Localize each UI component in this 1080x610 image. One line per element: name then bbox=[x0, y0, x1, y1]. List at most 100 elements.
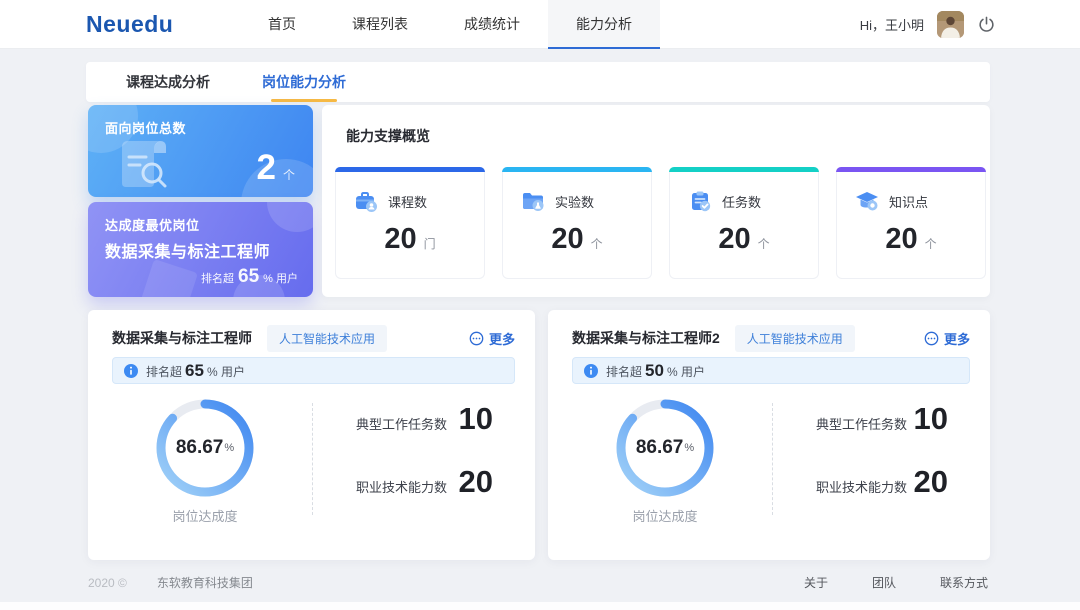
stat-value: 20 bbox=[914, 466, 948, 497]
rank-banner: 排名超 65 % 用户 bbox=[112, 357, 515, 384]
top-header: Neuedu 首页 课程列表 成绩统计 能力分析 Hi，王小明 bbox=[0, 0, 1080, 49]
user-avatar[interactable] bbox=[937, 11, 964, 38]
more-label: 更多 bbox=[489, 329, 515, 348]
nav-item-label: 成绩统计 bbox=[464, 16, 520, 32]
rank-suffix: % 用户 bbox=[263, 270, 298, 286]
circle-ellipsis-icon bbox=[469, 331, 484, 346]
job-panel-1: 数据采集与标注工程师 人工智能技术应用 更多 排名超 65 % 用户 bbox=[88, 310, 535, 560]
stat-label: 典型工作任务数 bbox=[816, 414, 907, 433]
rank-banner: 排名超 50 % 用户 bbox=[572, 357, 970, 384]
overview-card-label: 课程数 bbox=[388, 192, 427, 211]
overview-title: 能力支撑概览 bbox=[346, 126, 430, 146]
course-briefcase-icon bbox=[353, 188, 379, 214]
user-area: Hi，王小明 bbox=[860, 0, 996, 49]
overview-card-courses: 课程数 20 门 bbox=[335, 167, 485, 279]
overview-card-label: 知识点 bbox=[889, 192, 928, 211]
rank-value: 65 bbox=[185, 361, 204, 381]
nav-item-grade-stats[interactable]: 成绩统计 bbox=[436, 0, 548, 49]
overview-card-value: 20 bbox=[551, 225, 583, 254]
donut-caption: 岗位达成度 bbox=[599, 506, 731, 525]
nav-item-ability-analysis[interactable]: 能力分析 bbox=[548, 0, 660, 49]
card-decoration bbox=[267, 202, 313, 232]
page-footer: 2020 © 东软教育科技集团 关于 团队 联系方式 bbox=[0, 562, 1080, 602]
stat-row-tech-abilities: 职业技术能力数 20 bbox=[356, 466, 493, 506]
info-icon bbox=[584, 364, 598, 378]
card-decoration bbox=[140, 259, 198, 297]
overview-card-knowledge: 知识点 20 个 bbox=[836, 167, 986, 279]
footer-link-team[interactable]: 团队 bbox=[872, 574, 896, 591]
rank-suffix: % 用户 bbox=[667, 363, 705, 380]
panel-stats: 典型工作任务数 10 职业技术能力数 20 bbox=[816, 403, 948, 529]
donut-value: 86.67 bbox=[636, 437, 684, 459]
nav-item-home[interactable]: 首页 bbox=[240, 0, 324, 49]
experiment-folder-icon bbox=[520, 188, 546, 214]
document-search-icon bbox=[110, 133, 182, 195]
tab-label: 岗位能力分析 bbox=[262, 74, 346, 90]
nav-item-course-list[interactable]: 课程列表 bbox=[324, 0, 436, 49]
active-tab-underline bbox=[271, 99, 337, 102]
more-link[interactable]: 更多 bbox=[469, 329, 515, 348]
overview-card-unit: 门 bbox=[424, 235, 436, 252]
tab-course-achievement[interactable]: 课程达成分析 bbox=[100, 62, 236, 102]
best-job-label: 达成度最优岗位 bbox=[105, 215, 200, 234]
ability-support-overview-panel: 能力支撑概览 课程数 20 门 bbox=[322, 105, 990, 297]
stat-row-tech-abilities: 职业技术能力数 20 bbox=[816, 466, 948, 506]
rank-value: 50 bbox=[645, 361, 664, 381]
more-link[interactable]: 更多 bbox=[924, 329, 970, 348]
copyright: 2020 © bbox=[88, 576, 127, 590]
stat-label: 典型工作任务数 bbox=[356, 414, 447, 433]
bottom-strip bbox=[0, 602, 1080, 610]
nav-item-label: 能力分析 bbox=[576, 16, 632, 32]
panel-stats: 典型工作任务数 10 职业技术能力数 20 bbox=[356, 403, 493, 529]
donut-value: 86.67 bbox=[176, 437, 224, 459]
circle-ellipsis-icon bbox=[924, 331, 939, 346]
footer-link-about[interactable]: 关于 bbox=[804, 574, 828, 591]
overview-cards: 课程数 20 门 实验数 bbox=[335, 167, 986, 279]
job-panel-title: 数据采集与标注工程师2 bbox=[572, 328, 720, 348]
dashboard-screen: Neuedu 首页 课程列表 成绩统计 能力分析 Hi，王小明 bbox=[0, 0, 1080, 610]
footer-link-contact[interactable]: 联系方式 bbox=[940, 574, 988, 591]
neuedu-logo[interactable]: Neuedu bbox=[86, 0, 173, 48]
overview-card-value: 20 bbox=[885, 225, 917, 254]
stat-value: 20 bbox=[459, 466, 493, 497]
best-job-rank: 排名超 65 % 用户 bbox=[201, 266, 298, 288]
company-name: 东软教育科技集团 bbox=[157, 574, 253, 591]
overview-card-value: 20 bbox=[718, 225, 750, 254]
overview-card-unit: 个 bbox=[591, 235, 603, 252]
rank-prefix: 排名超 bbox=[201, 270, 234, 286]
achievement-donut-chart: 86.67 % bbox=[153, 396, 257, 500]
jobs-total-value-row: 2 个 bbox=[257, 150, 295, 185]
job-panel-tag: 人工智能技术应用 bbox=[267, 325, 387, 352]
tab-post-ability[interactable]: 岗位能力分析 bbox=[236, 62, 372, 102]
donut-unit: % bbox=[224, 442, 234, 454]
stat-label: 职业技术能力数 bbox=[816, 477, 907, 496]
avatar-image bbox=[937, 11, 964, 38]
best-job-title: 数据采集与标注工程师 bbox=[105, 238, 270, 262]
knowledge-cap-icon bbox=[854, 188, 880, 214]
nav-item-label: 首页 bbox=[268, 16, 296, 32]
stat-value: 10 bbox=[914, 403, 948, 434]
overview-card-value: 20 bbox=[384, 225, 416, 254]
dashed-divider bbox=[772, 403, 773, 515]
job-panel-title: 数据采集与标注工程师 bbox=[112, 328, 252, 348]
task-clipboard-icon bbox=[687, 188, 713, 214]
dashed-divider bbox=[312, 403, 313, 515]
overview-card-label: 实验数 bbox=[555, 192, 594, 211]
overview-card-label: 任务数 bbox=[722, 192, 761, 211]
stat-row-typical-tasks: 典型工作任务数 10 bbox=[356, 403, 493, 443]
jobs-total-value: 2 bbox=[257, 150, 276, 185]
stat-value: 10 bbox=[459, 403, 493, 434]
active-nav-underline bbox=[548, 47, 660, 49]
stat-label: 职业技术能力数 bbox=[356, 477, 447, 496]
jobs-total-unit: 个 bbox=[283, 166, 295, 183]
logout-power-icon[interactable] bbox=[977, 15, 996, 34]
footer-links: 关于 团队 联系方式 bbox=[804, 574, 988, 591]
donut-unit: % bbox=[684, 442, 694, 454]
more-label: 更多 bbox=[944, 329, 970, 348]
jobs-total-card: 面向岗位总数 2 个 bbox=[88, 105, 313, 197]
rank-suffix: % 用户 bbox=[207, 363, 245, 380]
main-nav: 首页 课程列表 成绩统计 能力分析 bbox=[240, 0, 660, 49]
info-icon bbox=[124, 364, 138, 378]
user-greeting: Hi，王小明 bbox=[860, 15, 924, 34]
best-job-card: 达成度最优岗位 数据采集与标注工程师 排名超 65 % 用户 bbox=[88, 202, 313, 297]
